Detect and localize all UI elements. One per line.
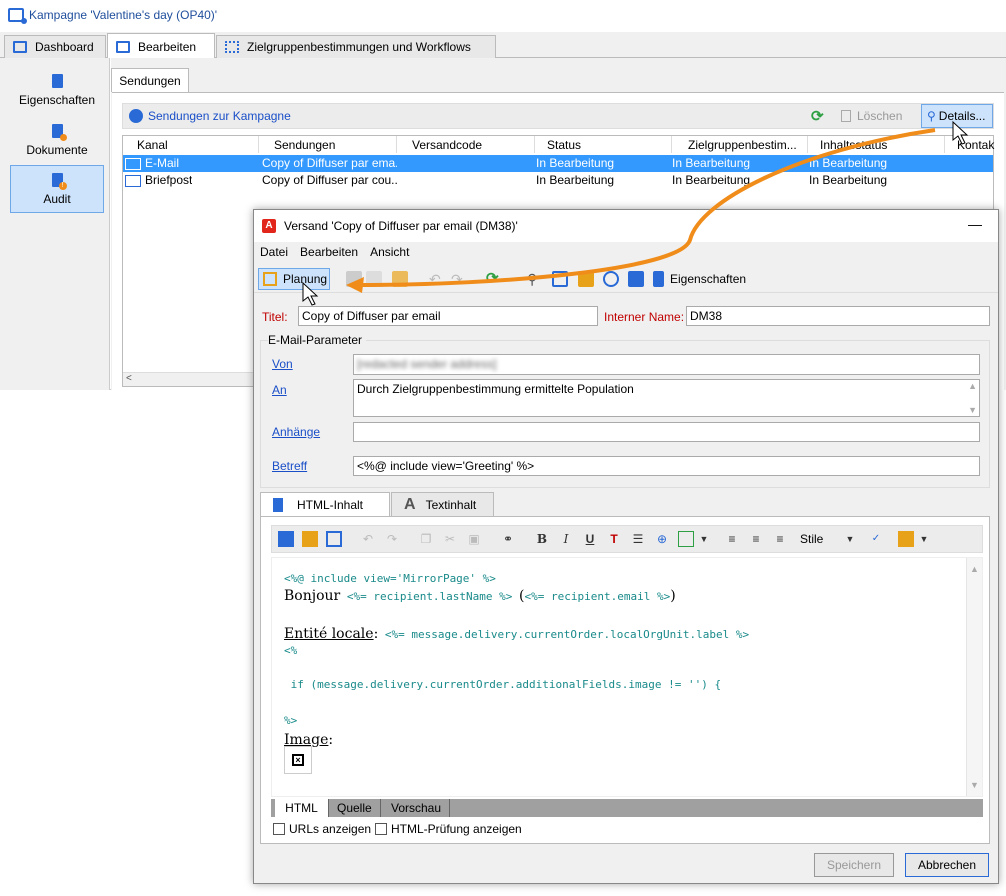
orange-arrow [359,128,936,287]
email-params-label: E-Mail-Parameter [268,333,367,347]
arrow-head-icon [346,277,364,293]
mouse-cursor-icon [952,120,969,145]
mouse-cursor-icon [302,281,319,306]
annotation-overlay [302,120,969,306]
